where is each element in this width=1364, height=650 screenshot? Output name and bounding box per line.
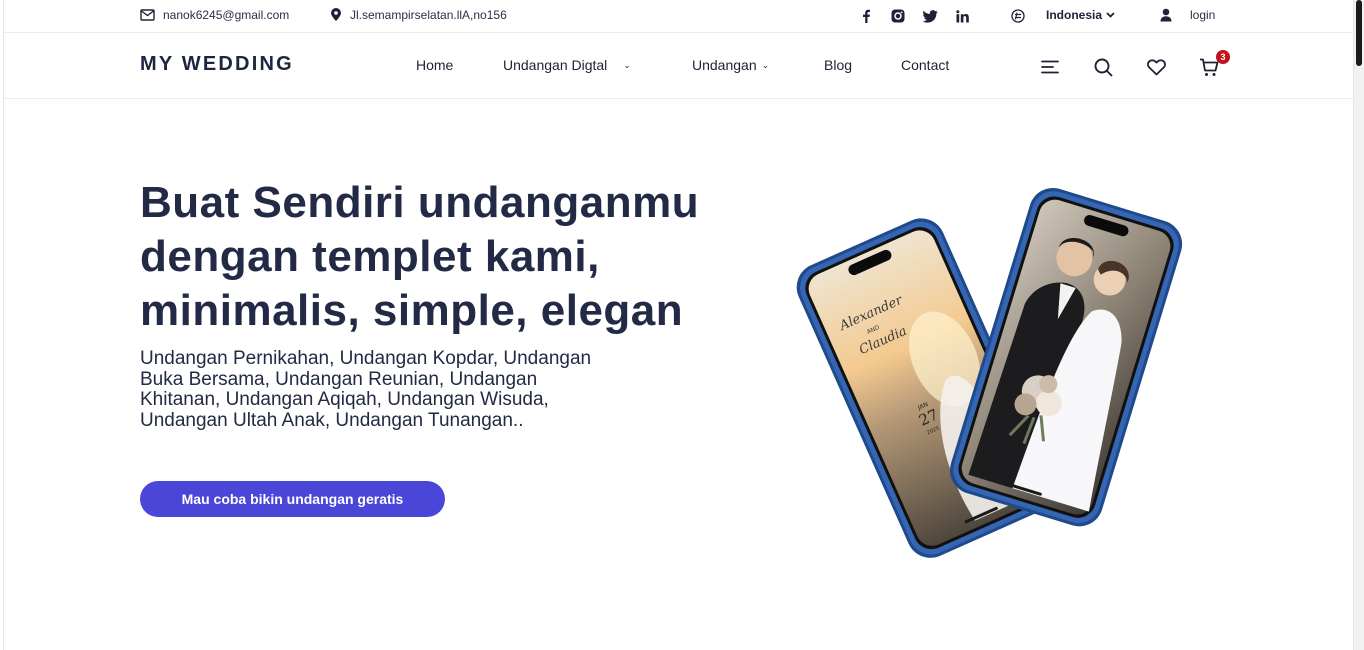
search-icon[interactable]	[1092, 56, 1114, 78]
mail-icon	[140, 9, 155, 21]
login-link[interactable]: login	[1160, 8, 1215, 22]
cta-try-free-button[interactable]: Mau coba bikin undangan geratis	[140, 481, 445, 517]
nav-home[interactable]: Home	[416, 57, 453, 73]
nav-home-label: Home	[416, 57, 454, 73]
address-text: Jl.semampirselatan.llA,no156	[350, 8, 507, 22]
nav-undangan-label: Undangan	[692, 57, 757, 73]
hero-subtitle: Undangan Pernikahan, Undangan Kopdar, Un…	[140, 348, 592, 431]
language-globe-icon[interactable]	[1010, 8, 1026, 24]
facebook-icon[interactable]	[858, 8, 874, 24]
nav-undangan[interactable]: Undangan ⌄	[692, 57, 769, 73]
contact-email[interactable]: nanok6245@gmail.com	[140, 8, 289, 22]
nav-contact-label: Contact	[901, 57, 950, 73]
phones-illustration: Alexander AND Claudia JAN 27 2025	[796, 187, 1183, 558]
twitter-icon[interactable]	[922, 8, 938, 24]
cart-count-badge: 3	[1216, 50, 1230, 64]
top-bar: nanok6245@gmail.com Jl.semampirselatan.l…	[4, 0, 1355, 33]
nav-undangan-digital[interactable]: Undangan Digtal ⌄	[503, 57, 631, 73]
instagram-icon[interactable]	[890, 8, 906, 24]
nav-blog-label: Blog	[824, 57, 853, 73]
page-scrollbar[interactable]	[1354, 0, 1364, 650]
chevron-down-icon	[1106, 12, 1115, 18]
scrollbar-thumb[interactable]	[1356, 0, 1362, 66]
chevron-down-icon: ⌄	[761, 59, 770, 70]
login-label: login	[1190, 8, 1216, 22]
contact-address[interactable]: Jl.semampirselatan.llA,no156	[330, 8, 507, 22]
chevron-down-icon: ⌄	[623, 59, 631, 70]
nav-undangan-digital-label: Undangan Digtal	[503, 57, 608, 73]
linkedin-icon[interactable]	[954, 8, 970, 24]
hero-title: Buat Sendiri undanganmu dengan templet k…	[140, 178, 700, 335]
email-text: nanok6245@gmail.com	[163, 8, 290, 22]
user-icon	[1160, 8, 1172, 22]
language-label: Indonesia	[1046, 8, 1103, 22]
nav-blog[interactable]: Blog	[824, 57, 852, 73]
wishlist-heart-icon[interactable]	[1145, 56, 1167, 78]
nav-contact[interactable]: Contact	[901, 57, 949, 73]
menu-icon[interactable]	[1039, 56, 1061, 78]
language-selector[interactable]: Indonesia	[1046, 8, 1115, 22]
location-pin-icon	[331, 8, 341, 21]
page-frame: nanok6245@gmail.com Jl.semampirselatan.l…	[3, 0, 1355, 650]
main-navbar: MY WEDDING Home Undangan Digtal ⌄ Undang…	[4, 34, 1355, 99]
brand-logo[interactable]: MY WEDDING	[140, 53, 294, 76]
